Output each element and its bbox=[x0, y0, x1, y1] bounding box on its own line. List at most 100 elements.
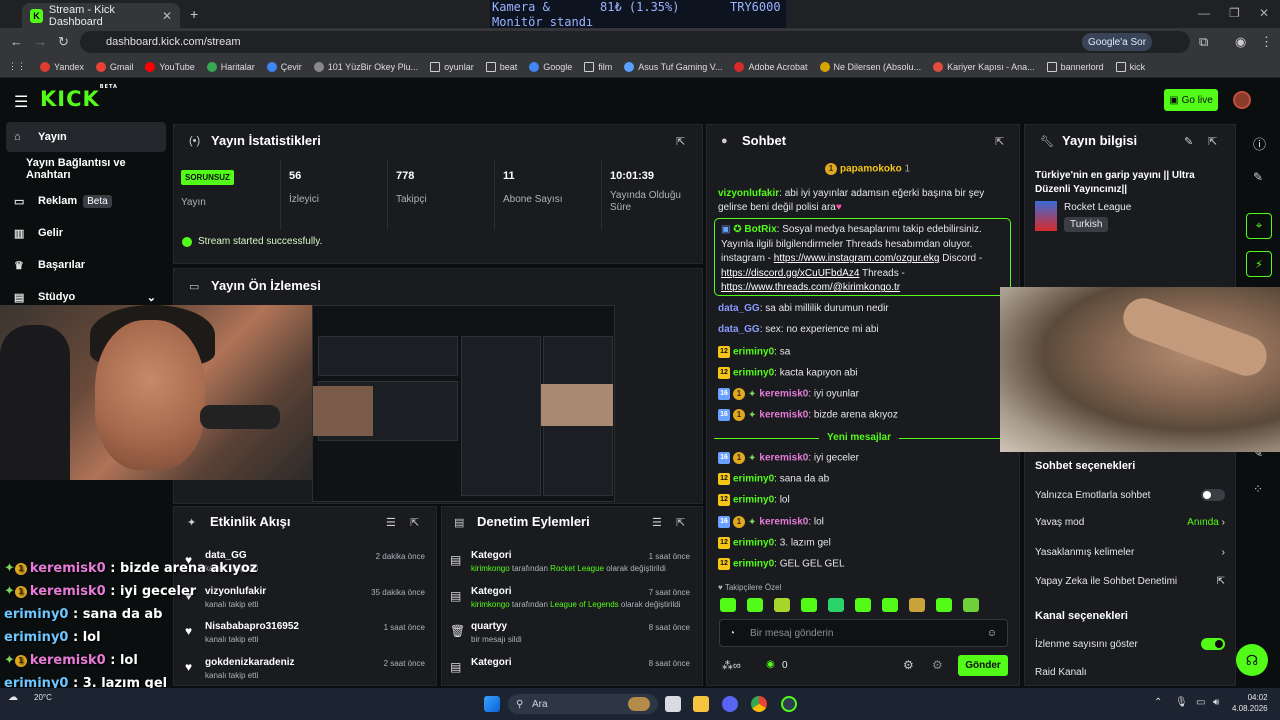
chrome-icon[interactable] bbox=[751, 696, 767, 712]
send-button[interactable]: Gönder bbox=[958, 655, 1008, 676]
weather-icon[interactable]: ☁︎ bbox=[8, 692, 18, 703]
chat-username[interactable]: eriminy0 bbox=[733, 474, 774, 485]
popout-icon[interactable]: ⇱ bbox=[1208, 135, 1217, 148]
google-ask-button[interactable]: Google'a Sor bbox=[1082, 33, 1153, 51]
bookmark-item[interactable]: Çevir bbox=[266, 61, 302, 72]
stream-preview-video[interactable] bbox=[312, 305, 615, 502]
chat-username[interactable]: eriminy0 bbox=[733, 368, 774, 379]
chat-username[interactable]: eriminy0 bbox=[733, 538, 774, 549]
popout-icon[interactable]: ⇱ bbox=[676, 516, 685, 529]
emote[interactable] bbox=[909, 598, 925, 612]
popout-icon[interactable]: ⇱ bbox=[410, 516, 419, 529]
bookmark-item[interactable]: 101 YüzBir Okey Plu... bbox=[313, 61, 418, 72]
tray-chevron-icon[interactable]: ⌃ bbox=[1154, 697, 1162, 708]
mod-gear-icon[interactable]: ⚙ bbox=[932, 658, 943, 672]
slow-mode-option[interactable]: Yavaş mod Anında › bbox=[1035, 517, 1225, 528]
quick-action-button[interactable]: ⚡︎ bbox=[1246, 251, 1272, 277]
pinned-user[interactable]: 1 papamokoko 1 bbox=[825, 163, 910, 175]
volume-icon[interactable]: 🔊︎ bbox=[1213, 697, 1219, 708]
emote[interactable] bbox=[747, 598, 763, 612]
sidebar-item-basarilar[interactable]: ♛ Başarılar bbox=[6, 250, 166, 280]
threads-link[interactable]: https://www.threads.com/@kirimkongo.tr bbox=[721, 282, 900, 293]
close-window-icon[interactable]: ✕ bbox=[1259, 6, 1269, 20]
sidebar-item-stream-key[interactable]: Yayın Bağlantısı ve Anahtarı bbox=[6, 154, 166, 184]
chat-username[interactable]: eriminy0 bbox=[733, 495, 774, 506]
apps-icon[interactable]: ⁘ bbox=[1253, 482, 1263, 496]
file-explorer-icon[interactable] bbox=[693, 696, 709, 712]
bookmark-item[interactable]: Adobe Acrobat bbox=[734, 61, 808, 72]
mod-action-item[interactable]: ▤ Kategori kirimkongo tarafından League of… bbox=[450, 586, 695, 610]
mod-action-item[interactable]: ▤ Kategori kirimkongo tarafından Rocket Le… bbox=[450, 550, 695, 574]
chat-username[interactable]: keremisk0 bbox=[759, 410, 808, 421]
profile-icon[interactable]: ◉ bbox=[1235, 34, 1246, 50]
emote[interactable] bbox=[963, 598, 979, 612]
bookmark-item[interactable]: Ne Dilersen (Absolu... bbox=[819, 61, 921, 72]
bookmark-folder[interactable]: bannerlord bbox=[1046, 61, 1104, 72]
close-tab-icon[interactable]: ✕ bbox=[162, 9, 172, 23]
emote-only-option[interactable]: Yalnızca Emotlarla sohbet bbox=[1035, 489, 1225, 501]
support-button[interactable]: ☊ bbox=[1236, 644, 1268, 676]
url-field[interactable]: dashboard.kick.com/stream bbox=[80, 31, 1190, 53]
bookmark-item[interactable]: Yandex bbox=[40, 61, 84, 72]
sidebar-item-yayin[interactable]: ⌂ Yayın bbox=[6, 122, 166, 152]
bookmark-item[interactable]: Asus Tuf Gaming V... bbox=[624, 61, 722, 72]
sidebar-item-reklam[interactable]: ▭ Reklam Beta bbox=[6, 186, 166, 216]
new-tab-icon[interactable]: + bbox=[190, 6, 198, 22]
clock[interactable]: 04:02 4.08.2026 bbox=[1232, 692, 1268, 714]
chat-username[interactable]: eriminy0 bbox=[733, 347, 774, 358]
back-icon[interactable]: ← bbox=[10, 34, 23, 49]
reload-icon[interactable]: ↻ bbox=[58, 34, 69, 50]
menu-icon[interactable]: ⋮ bbox=[1260, 34, 1273, 50]
infinity-icon[interactable]: ⁂∞ bbox=[722, 659, 741, 672]
popout-icon[interactable]: ⇱ bbox=[676, 135, 685, 148]
bookmark-item[interactable]: Haritalar bbox=[206, 61, 255, 72]
bookmark-folder[interactable]: kick bbox=[1115, 61, 1145, 72]
chat-username[interactable]: keremisk0 bbox=[759, 389, 808, 400]
extensions-icon[interactable]: ⧉ bbox=[1199, 34, 1208, 50]
emote[interactable] bbox=[936, 598, 952, 612]
emote-only-toggle[interactable] bbox=[1201, 489, 1225, 501]
browser-tab[interactable]: K Stream - Kick Dashboard ✕ bbox=[22, 3, 180, 28]
bookmark-folder[interactable]: oyunlar bbox=[430, 61, 474, 72]
mod-action-item[interactable]: 🗑︎ quartyy bir mesajı sildi 8 saat önce bbox=[450, 621, 695, 644]
network-icon[interactable]: ▭ bbox=[1196, 697, 1205, 708]
bookmark-item[interactable]: Kariyer Kapısı - Ana... bbox=[933, 61, 1035, 72]
bookmark-folder[interactable]: beat bbox=[485, 61, 517, 72]
bookmark-folder[interactable]: film bbox=[584, 61, 612, 72]
chat-message-input[interactable]: ◔ Bir mesaj gönderin ☺ bbox=[719, 619, 1008, 647]
discord-icon[interactable] bbox=[722, 696, 738, 712]
minimize-icon[interactable]: — bbox=[1198, 6, 1210, 20]
bookmark-item[interactable]: Gmail bbox=[95, 61, 133, 72]
bookmark-item[interactable]: Google bbox=[529, 61, 572, 72]
emote[interactable] bbox=[720, 598, 736, 612]
task-view-icon[interactable] bbox=[665, 696, 681, 712]
mod-actor[interactable]: kirimkongo bbox=[471, 564, 510, 573]
avatar[interactable] bbox=[1233, 91, 1251, 109]
maximize-icon[interactable]: ❐ bbox=[1229, 6, 1240, 20]
kick-logo[interactable]: KICKBETA bbox=[40, 84, 118, 111]
filter-icon[interactable]: ☰ bbox=[386, 516, 396, 529]
windows-start-icon[interactable] bbox=[484, 696, 500, 712]
chat-username[interactable]: BotRix bbox=[744, 224, 776, 235]
ai-moderation-option[interactable]: Yapay Zeka ile Sohbet Denetimi ⇱ bbox=[1035, 576, 1225, 587]
category-name[interactable]: Rocket League bbox=[1064, 202, 1131, 213]
mod-actor[interactable]: kirimkongo bbox=[471, 600, 510, 609]
chat-username[interactable]: data_GG bbox=[718, 324, 760, 335]
emote[interactable] bbox=[828, 598, 844, 612]
chat-username[interactable]: keremisk0 bbox=[759, 517, 808, 528]
discord-link[interactable]: https://discord.gg/xCuUFbdAz4 bbox=[721, 268, 859, 279]
chat-username[interactable]: data_GG bbox=[718, 303, 760, 314]
settings-gear-icon[interactable]: ⚙ bbox=[903, 658, 914, 672]
popout-icon[interactable]: ⇱ bbox=[995, 135, 1004, 148]
pencil-icon[interactable]: ✎ bbox=[1253, 170, 1263, 184]
edit-icon[interactable]: ✎ bbox=[1184, 135, 1193, 148]
chat-username[interactable]: vizyonlufakir bbox=[718, 188, 779, 199]
info-icon[interactable]: ⓘ bbox=[1253, 134, 1266, 153]
clip-button[interactable]: ⌖ bbox=[1246, 213, 1272, 239]
show-viewcount-option[interactable]: İzlenme sayısını göster bbox=[1035, 638, 1225, 650]
activity-item[interactable]: ♥ vizyonlufakir kanalı takip etti 35 dakika… bbox=[185, 586, 430, 609]
chat-username[interactable]: keremisk0 bbox=[759, 453, 808, 464]
obs-icon[interactable] bbox=[781, 696, 797, 712]
emote[interactable] bbox=[855, 598, 871, 612]
mic-icon[interactable]: 🎙︎ bbox=[1175, 697, 1188, 708]
